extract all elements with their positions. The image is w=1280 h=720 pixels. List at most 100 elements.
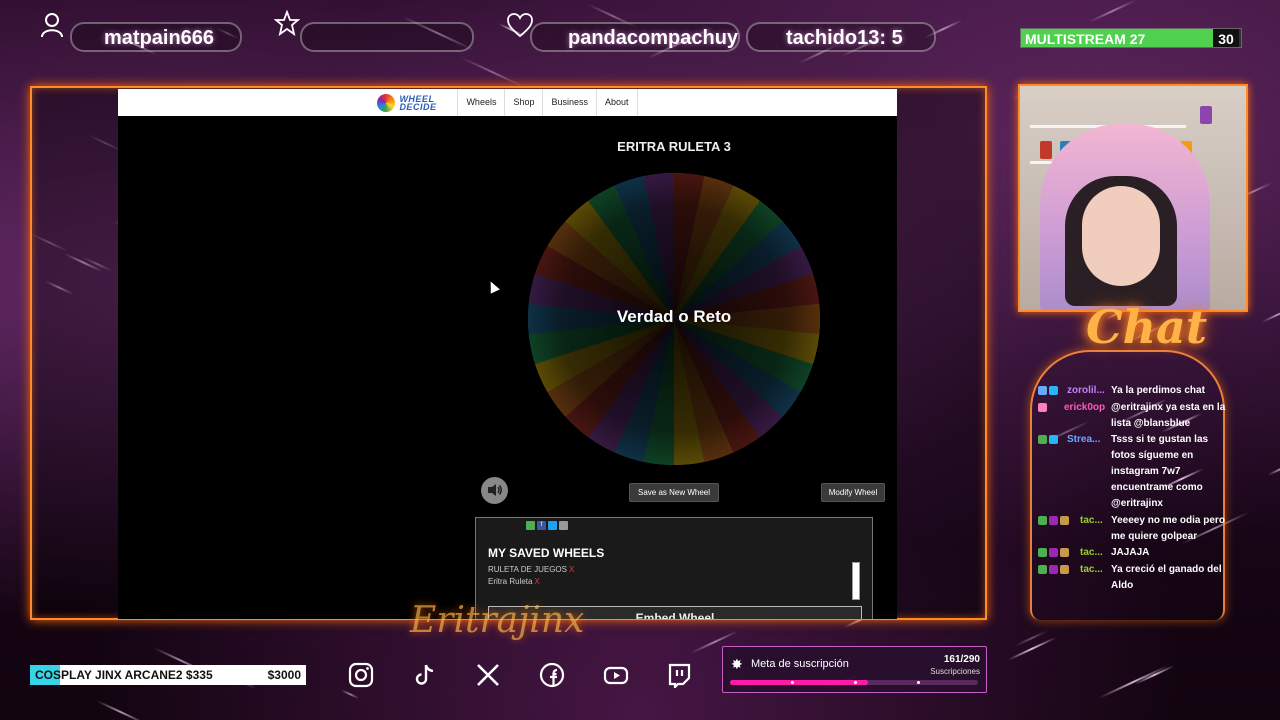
sub-goal-caption: Suscripciones <box>930 667 980 676</box>
sparkle-streak <box>1098 665 1168 700</box>
sparkle-streak <box>1007 636 1056 661</box>
goal-name: COSPLAY JINX ARCANE2 $335 <box>35 668 213 682</box>
instagram-icon <box>346 660 376 690</box>
chat-badge-icon <box>1049 516 1058 525</box>
chat-badge-icon <box>1038 435 1047 444</box>
chat-title: Chat <box>1086 300 1208 354</box>
nav-business[interactable]: Business <box>542 89 596 116</box>
background-shelf <box>1030 98 1186 128</box>
nav-shop[interactable]: Shop <box>504 89 542 116</box>
share-green-icon[interactable] <box>526 521 535 530</box>
chat-badges <box>1038 403 1047 412</box>
recent-follower-name: matpain666 <box>104 27 215 49</box>
remove-wheel-button[interactable]: X <box>569 565 574 574</box>
chat-badges <box>1038 516 1069 525</box>
wheel-center-text: Verdad o Reto <box>616 307 732 326</box>
browser-viewport: WHEEL DECIDE Wheels Shop Business About … <box>118 89 897 619</box>
streamer-face <box>1082 186 1160 286</box>
chat-username[interactable]: erick0op <box>1064 400 1105 416</box>
chat-badge-icon <box>1038 565 1047 574</box>
chat-text: Ya la perdimos chat <box>1111 385 1205 396</box>
sub-goal-marker <box>791 681 794 684</box>
sub-goal-label: Meta de suscripción <box>751 658 849 670</box>
chat-badges <box>1038 548 1069 557</box>
chat-text: Yeeeey no me odia pero me quiere golpear <box>1111 515 1225 542</box>
x-icon <box>473 660 503 690</box>
facebook-icon <box>537 660 567 690</box>
chat-badge-icon <box>1038 386 1047 395</box>
sub-goal-marker <box>917 681 920 684</box>
sub-goal-track <box>730 680 978 685</box>
sub-goal-fill <box>730 680 868 685</box>
chat-badge-icon <box>1038 403 1047 412</box>
sparkle-streak <box>1267 462 1280 477</box>
chat-text: @eritrajinx ya esta en la lista @blansbl… <box>1111 402 1226 429</box>
remove-wheel-button[interactable]: X <box>534 577 539 586</box>
site-logo[interactable]: WHEEL DECIDE <box>377 93 447 112</box>
chat-badges <box>1038 565 1069 574</box>
facebook-share-icon[interactable]: f <box>537 521 546 530</box>
recent-cheer-name: tachido13: 5 <box>786 27 903 49</box>
chat-text: Tsss si te gustan las fotos sígueme en i… <box>1111 434 1209 509</box>
share-buttons: f <box>526 521 568 530</box>
chat-username[interactable]: Strea... <box>1067 432 1100 448</box>
sparkle-streak <box>96 700 146 720</box>
chat-badge-icon <box>1049 386 1058 395</box>
chat-badges <box>1038 386 1058 395</box>
saved-wheel-item[interactable]: Eritra Ruleta X <box>488 577 540 586</box>
chat-username[interactable]: zorolil... <box>1067 383 1105 399</box>
star-burst-icon: ✸ <box>731 656 743 672</box>
multistream-goal: MULTISTREAM 27 30 <box>1020 28 1242 48</box>
nav-about[interactable]: About <box>596 89 638 116</box>
email-share-icon[interactable] <box>559 521 568 530</box>
save-as-new-wheel-button[interactable]: Save as New Wheel <box>629 483 719 502</box>
modify-wheel-button[interactable]: Modify Wheel <box>821 483 885 502</box>
chat-badge-icon <box>1038 548 1047 557</box>
chat-badge-icon <box>1060 516 1069 525</box>
donation-goal-bar: COSPLAY JINX ARCANE2 $335 $3000 <box>30 665 306 685</box>
chat-username[interactable]: tac... <box>1080 545 1103 561</box>
nav-wheels[interactable]: Wheels <box>457 89 504 116</box>
wheel-title: ERITRA RULETA 3 <box>617 139 731 154</box>
recent-subscriber-pill <box>300 22 474 52</box>
shelf-figure <box>1040 141 1052 159</box>
site-navbar: WHEEL DECIDE Wheels Shop Business About <box>118 89 897 116</box>
saved-list-scrollbar[interactable] <box>852 562 860 600</box>
twitch-icon <box>664 660 694 690</box>
sparkle-streak <box>1261 306 1280 323</box>
subscription-goal-panel: ✸ Meta de suscripción 161/290 Suscripcio… <box>722 646 987 693</box>
wheel-logo-icon <box>377 93 396 112</box>
shelf-figure <box>1200 106 1212 124</box>
chat-badge-icon <box>1049 435 1058 444</box>
multistream-target: 30 <box>1213 29 1239 47</box>
signature-logo: Eritrajinx <box>410 600 585 641</box>
chat-badge-icon <box>1038 516 1047 525</box>
star-icon <box>273 9 301 43</box>
chat-text: JAJAJA <box>1111 547 1150 558</box>
goal-target: $3000 <box>267 668 301 682</box>
sparkle-streak <box>1014 630 1049 648</box>
chat-badge-icon <box>1049 565 1058 574</box>
chat-badge-icon <box>1049 548 1058 557</box>
sparkle-streak <box>340 688 361 700</box>
sub-goal-marker <box>854 681 857 684</box>
webcam-feed <box>1018 84 1248 312</box>
sub-goal-count: 161/290 <box>943 654 980 665</box>
saved-wheel-item[interactable]: RULETA DE JUEGOS X <box>488 565 574 574</box>
chat-username[interactable]: tac... <box>1080 562 1103 578</box>
youtube-icon <box>601 660 631 690</box>
logo-text: WHEEL DECIDE <box>399 93 437 112</box>
chat-username[interactable]: tac... <box>1080 513 1103 529</box>
twitter-share-icon[interactable] <box>548 521 557 530</box>
chat-badges <box>1038 435 1058 444</box>
sound-icon[interactable] <box>481 477 508 504</box>
chat-badge-icon <box>1060 565 1069 574</box>
sparkle-streak <box>1134 664 1175 685</box>
top-bar: matpain666 pandacompachuy tachido13: 5 M… <box>0 0 1280 80</box>
multistream-label: MULTISTREAM 27 <box>1025 31 1146 47</box>
chat-text: Ya creció el ganado del Aldo <box>1111 564 1222 591</box>
user-icon <box>40 12 64 45</box>
tiktok-icon <box>410 660 440 690</box>
saved-wheels-title: MY SAVED WHEELS <box>488 546 605 560</box>
chat-badge-icon <box>1060 548 1069 557</box>
